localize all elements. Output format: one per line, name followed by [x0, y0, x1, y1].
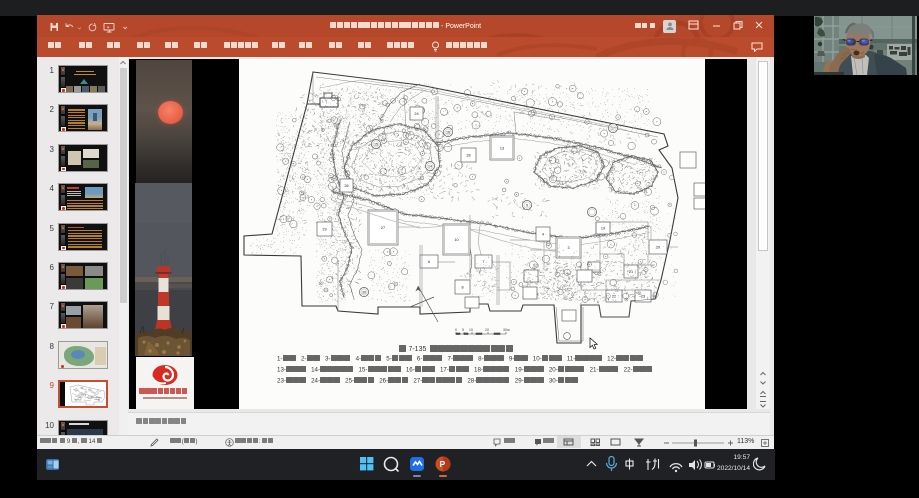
- svg-text:6: 6: [428, 260, 430, 264]
- svg-text:28: 28: [466, 153, 470, 157]
- svg-text:30m: 30m: [503, 328, 510, 332]
- svg-text:8: 8: [461, 285, 463, 289]
- svg-text:29: 29: [322, 227, 326, 231]
- svg-text:22: 22: [612, 294, 616, 298]
- svg-text:21: 21: [629, 270, 633, 274]
- svg-text:15: 15: [374, 142, 378, 146]
- svg-text:10: 10: [454, 238, 458, 242]
- svg-text:20: 20: [485, 328, 489, 332]
- svg-text:26: 26: [344, 184, 348, 188]
- svg-text:P: P: [440, 459, 446, 469]
- svg-text:14: 14: [428, 164, 432, 168]
- svg-text:10: 10: [469, 328, 473, 332]
- svg-text:27: 27: [381, 226, 385, 230]
- svg-text:9: 9: [526, 203, 528, 207]
- svg-text:3: 3: [567, 246, 569, 250]
- svg-text:5: 5: [462, 328, 464, 332]
- svg-text:7: 7: [482, 260, 484, 264]
- svg-text:16: 16: [446, 130, 450, 134]
- svg-text:20: 20: [656, 245, 660, 249]
- svg-text:30: 30: [362, 290, 366, 294]
- svg-text:4: 4: [542, 232, 544, 236]
- svg-text:24: 24: [414, 112, 418, 116]
- svg-text:0: 0: [455, 328, 457, 332]
- svg-text:13: 13: [500, 146, 504, 150]
- svg-text:19: 19: [601, 226, 605, 230]
